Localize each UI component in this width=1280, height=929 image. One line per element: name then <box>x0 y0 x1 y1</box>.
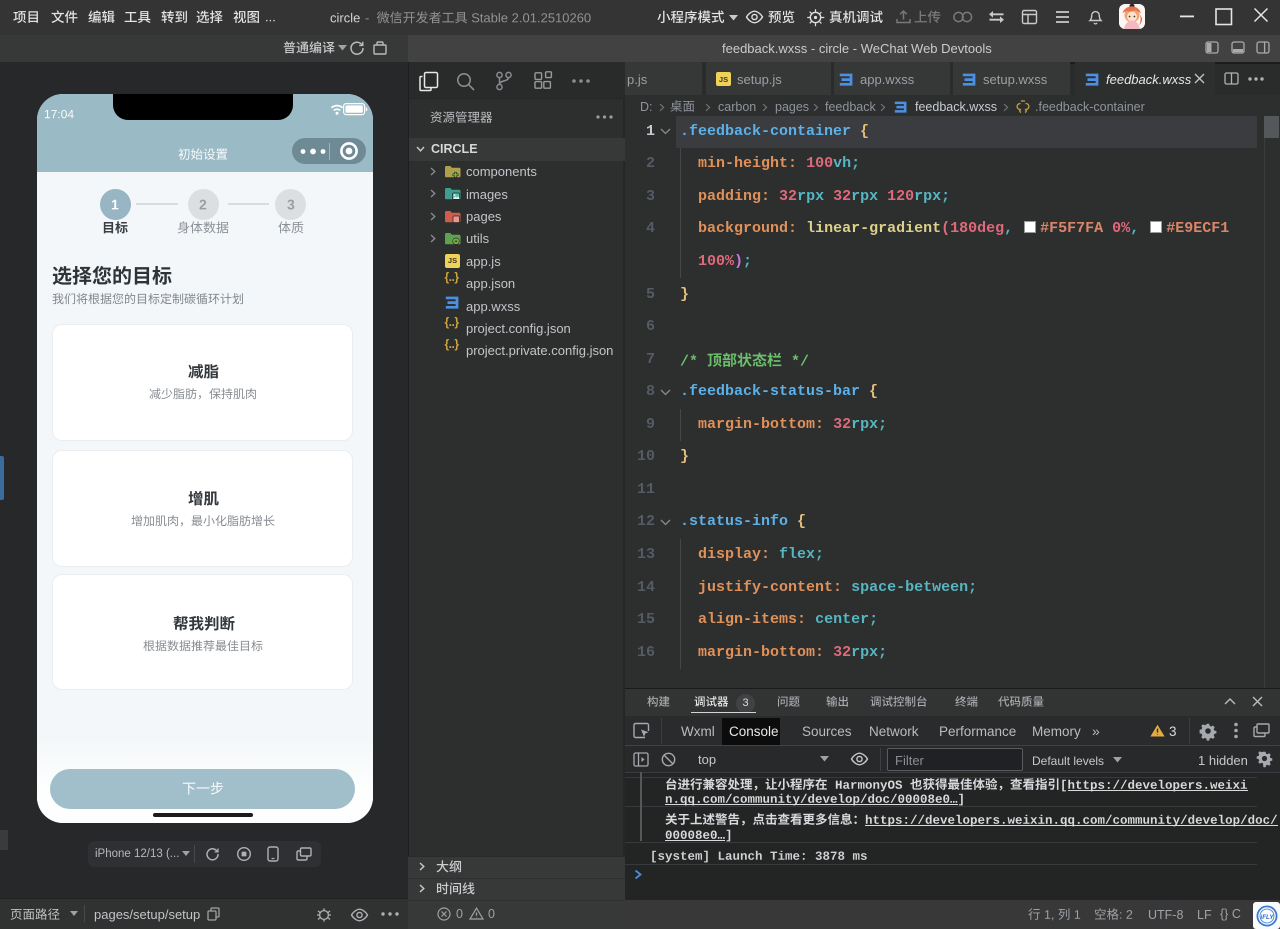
svg-text:iFLY: iFLY <box>1260 913 1274 920</box>
